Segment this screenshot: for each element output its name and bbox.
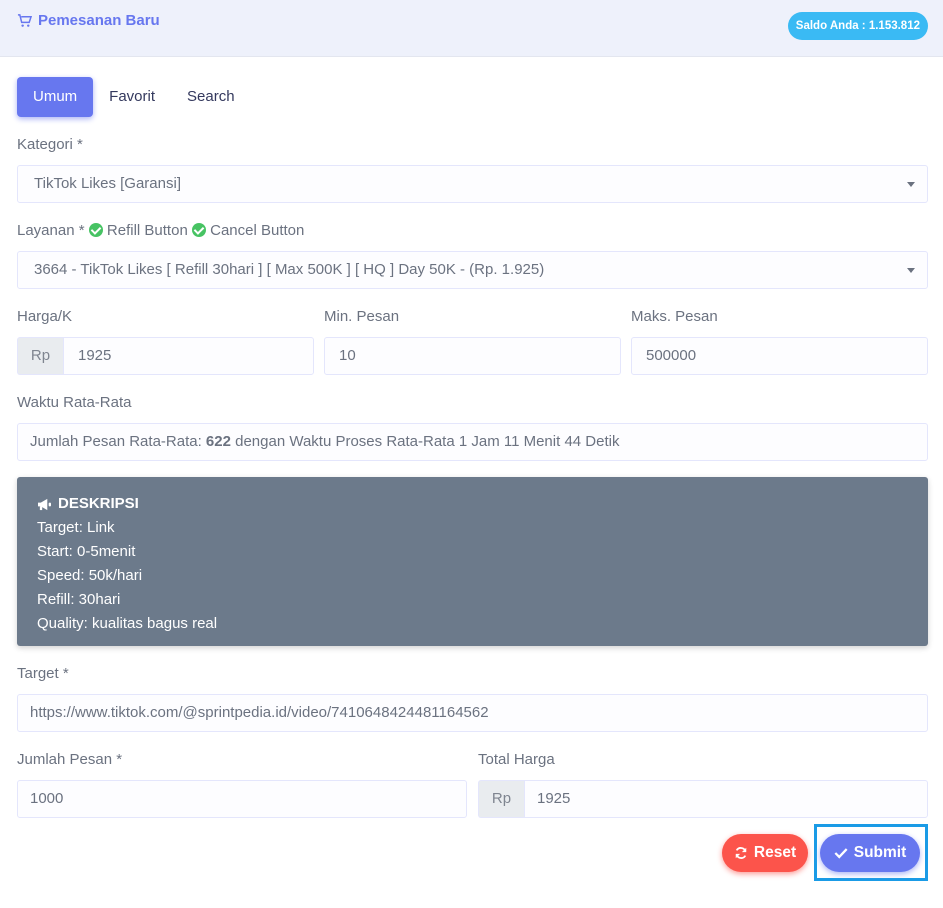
megaphone-icon — [38, 498, 51, 510]
kategori-value: TikTok Likes [Garansi] — [34, 175, 181, 192]
waktu-label: Waktu Rata-Rata — [17, 394, 132, 411]
submit-button-label: Submit — [853, 844, 907, 861]
tab-umum[interactable]: Umum — [17, 77, 94, 117]
deskripsi-heading: DESKRIPSI — [37, 492, 908, 516]
total-harga-label: Total Harga — [478, 751, 555, 768]
layanan-label-row: Layanan * Refill Button Cancel Button — [17, 222, 304, 239]
kategori-select[interactable]: TikTok Likes [Garansi] — [17, 165, 928, 203]
check-icon — [834, 848, 848, 859]
saldo-badge: Saldo Anda : 1.153.812 — [787, 12, 928, 40]
total-harga-field: 1925 — [524, 780, 928, 818]
deskripsi-line: Speed: 50k/hari — [37, 567, 143, 584]
waktu-prefix-text: Jumlah Pesan Rata-Rata: — [30, 433, 206, 450]
maks-pesan-field: 500000 — [631, 337, 928, 375]
check-circle-icon — [88, 223, 103, 237]
waktu-count: 622 — [205, 433, 231, 450]
total-currency-addon: Rp — [478, 780, 524, 818]
target-label: Target * — [17, 665, 69, 682]
min-pesan-field: 10 — [324, 337, 621, 375]
maks-pesan-label: Maks. Pesan — [631, 308, 718, 325]
min-pesan-label: Min. Pesan — [324, 308, 400, 325]
refresh-icon — [735, 847, 747, 859]
tab-search[interactable]: Search — [171, 77, 251, 117]
deskripsi-line: Start: 0-5menit — [37, 543, 136, 560]
check-circle-icon — [191, 223, 206, 237]
tab-bar: Umum Favorit Search — [17, 77, 251, 117]
page-header: Pemesanan Baru Saldo Anda : 1.153.812 — [0, 0, 943, 57]
harga-field: 1925 — [63, 337, 314, 375]
layanan-value: 3664 - TikTok Likes [ Refill 30hari ] [ … — [34, 261, 545, 278]
reset-button[interactable]: Reset — [722, 834, 808, 872]
cancel-label: Cancel Button — [210, 222, 305, 239]
deskripsi-title: DESKRIPSI — [58, 495, 139, 512]
chevron-down-icon — [907, 268, 915, 273]
deskripsi-line: Quality: kualitas bagus real — [37, 615, 218, 632]
page-title-text: Pemesanan Baru — [38, 12, 160, 29]
jumlah-pesan-label: Jumlah Pesan * — [17, 751, 123, 768]
deskripsi-box: DESKRIPSI Target: Link Start: 0-5menit S… — [17, 477, 928, 646]
page-title: Pemesanan Baru — [17, 12, 160, 29]
harga-label: Harga/K — [17, 308, 73, 325]
deskripsi-line: Refill: 30hari — [37, 591, 121, 608]
chevron-down-icon — [907, 182, 915, 187]
target-input[interactable]: https://www.tiktok.com/@sprintpedia.id/v… — [17, 694, 928, 732]
jumlah-pesan-input[interactable]: 1000 — [17, 780, 467, 818]
kategori-label: Kategori * — [17, 136, 83, 153]
reset-button-label: Reset — [753, 844, 797, 861]
deskripsi-line: Target: Link — [37, 519, 115, 536]
submit-button[interactable]: Submit — [820, 834, 920, 872]
cart-icon — [17, 14, 32, 27]
tab-favorit[interactable]: Favorit — [93, 77, 171, 117]
waktu-suffix-text: dengan Waktu Proses Rata-Rata 1 Jam 11 M… — [230, 433, 620, 450]
harga-currency-addon: Rp — [17, 337, 63, 375]
layanan-label: Layanan * — [17, 222, 85, 239]
waktu-field: Jumlah Pesan Rata-Rata: 622 dengan Waktu… — [17, 423, 928, 461]
refill-label: Refill Button — [106, 222, 188, 239]
layanan-select[interactable]: 3664 - TikTok Likes [ Refill 30hari ] [ … — [17, 251, 928, 289]
